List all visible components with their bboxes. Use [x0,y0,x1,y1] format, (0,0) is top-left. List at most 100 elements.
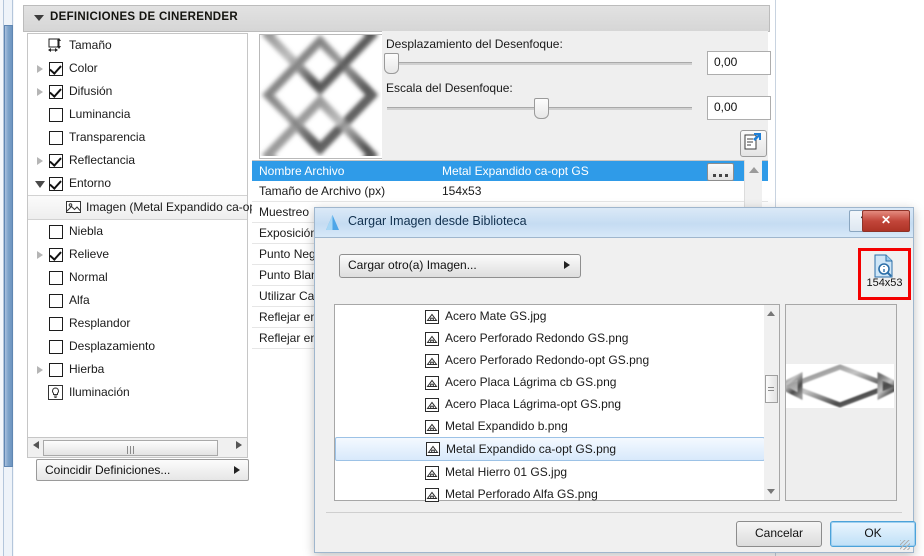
checkbox-unchecked-icon[interactable] [49,225,63,239]
tree-item-niebla[interactable]: Niebla [28,220,247,243]
tree-item-label: Color [69,61,98,75]
file-list-scroll-thumb[interactable] [765,375,778,403]
file-list-item[interactable]: Acero Perforado Redondo-opt GS.png [335,349,765,371]
file-list-item[interactable]: Metal Expandido ca-opt GS.png [335,437,765,461]
tree-item-color[interactable]: Color [28,57,247,80]
file-name-label: Metal Expandido b.png [445,419,568,433]
tree-hscrollbar[interactable] [27,437,248,458]
file-list-item[interactable]: Acero Placa Lágrima-opt GS.png [335,393,765,415]
scroll-left-icon[interactable] [33,441,39,449]
close-button[interactable]: ✕ [862,210,910,232]
file-name-label: Acero Perforado Redondo-opt GS.png [445,353,650,367]
property-row[interactable]: Tamaño de Archivo (px) 154x53 [252,181,768,202]
tree-item-imagen-metal-expandido-ca-op[interactable]: Imagen (Metal Expandido ca-op [28,195,256,220]
tree-item-label: Normal [69,270,108,284]
caret-down-icon[interactable] [34,15,44,21]
tree-item-luminancia[interactable]: Luminancia [28,103,247,126]
image-file-icon [425,353,439,368]
dialog-image-preview-strip [786,364,894,408]
left-scrollbar-thumb[interactable] [4,25,13,467]
property-key: Nombre Archivo [259,164,345,178]
checkbox-unchecked-icon[interactable] [49,294,63,308]
blur-scale-slider-knob[interactable] [534,98,549,119]
dialog-divider [326,512,902,513]
tree-hscroll-thumb[interactable] [43,440,218,456]
tree-item-iluminaci-n[interactable]: Iluminación [28,381,247,404]
image-size-badge[interactable]: 154x53 [858,248,911,300]
image-file-icon [425,375,439,390]
cancel-button[interactable]: Cancelar [736,521,822,547]
checkbox-checked-icon[interactable] [49,177,63,191]
checkbox-checked-icon[interactable] [49,62,63,76]
file-list-item[interactable]: Metal Hierro 01 GS.jpg [335,461,765,483]
tree-item-normal[interactable]: Normal [28,266,247,289]
checkbox-unchecked-icon[interactable] [49,108,63,122]
file-list-item[interactable]: Acero Mate GS.jpg [335,305,765,327]
file-list-item[interactable]: Acero Perforado Redondo GS.png [335,327,765,349]
match-definitions-button[interactable]: Coincidir Definiciones... [36,459,249,481]
texture-preview-image [260,0,381,216]
file-list-item[interactable]: Metal Perforado Alfa GS.png [335,483,765,505]
tree-item-label: Reflectancia [69,153,136,167]
tree-item-label: Tamaño [69,38,112,52]
tree-item-entorno[interactable]: Entorno [28,172,247,195]
checkbox-unchecked-icon[interactable] [49,340,63,354]
grip-icon [768,387,774,392]
image-file-icon [425,487,439,502]
tree-item-difusi-n[interactable]: Difusión [28,80,247,103]
checkbox-unchecked-icon[interactable] [49,363,63,377]
file-list-item[interactable]: Metal Expandido b.png [335,415,765,437]
load-other-image-button[interactable]: Cargar otro(a) Imagen... [339,254,581,278]
file-list-item[interactable]: Acero Placa Lágrima cb GS.png [335,371,765,393]
scroll-down-icon[interactable] [767,489,775,494]
blur-offset-value-field[interactable]: 0,00 [707,51,771,75]
page-title: DEFINICIONES DE CINERENDER [50,11,238,23]
panel-header[interactable]: DEFINICIONES DE CINERENDER [23,5,770,32]
scroll-right-icon[interactable] [236,441,242,449]
checkbox-unchecked-icon[interactable] [49,317,63,331]
checkbox-unchecked-icon[interactable] [49,131,63,145]
scroll-up-icon[interactable] [749,167,759,173]
tree-item-alfa[interactable]: Alfa [28,289,247,312]
browse-button[interactable] [707,163,734,181]
chevron-right-icon[interactable] [37,65,43,73]
chevron-right-icon [234,466,240,474]
tree-item-label: Relieve [69,247,110,261]
file-name-label: Acero Placa Lágrima cb GS.png [445,375,617,389]
tree-item-label: Desplazamiento [69,339,156,353]
tree-item-tama-o[interactable]: Tamaño [28,34,247,57]
tree-item-transparencia[interactable]: Transparencia [28,126,247,149]
tree-item-reflectancia[interactable]: Reflectancia [28,149,247,172]
blur-offset-slider-knob[interactable] [384,53,399,74]
resize-grip-icon[interactable] [900,540,910,550]
blur-scale-value-field[interactable]: 0,00 [707,96,771,120]
scroll-up-icon[interactable] [767,311,775,316]
chevron-right-icon[interactable] [37,157,43,165]
property-row[interactable]: Nombre Archivo Metal Expandido ca-opt GS [252,161,768,181]
chevron-right-icon[interactable] [37,88,43,96]
channel-tree[interactable]: Tamaño Color Difusión Luminancia Transparenc… [27,33,256,438]
tree-item-resplandor[interactable]: Resplandor [28,312,247,335]
tree-item-hierba[interactable]: Hierba [28,358,247,381]
tree-item-relieve[interactable]: Relieve [28,243,247,266]
image-file-icon [425,465,439,480]
checkbox-checked-icon[interactable] [49,85,63,99]
tree-item-label: Imagen (Metal Expandido ca-op [86,200,257,214]
texture-preview[interactable] [259,0,384,216]
chevron-down-icon[interactable] [35,181,45,188]
dialog-titlebar[interactable]: Cargar Imagen desde Biblioteca ? ✕ [315,208,913,238]
left-scrollbar[interactable] [0,0,14,556]
checkbox-checked-icon[interactable] [49,248,63,262]
match-definitions-label: Coincidir Definiciones... [45,463,171,477]
tree-item-label: Difusión [69,84,113,98]
image-file-list[interactable]: Acero Mate GS.jpg Acero Perforado Redondo… [334,304,766,502]
file-list-scrollbar[interactable] [764,304,780,501]
export-image-button[interactable] [740,130,767,157]
chevron-right-icon[interactable] [37,251,43,259]
cancel-label: Cancelar [754,526,804,540]
blur-offset-slider-track[interactable] [387,62,692,65]
checkbox-checked-icon[interactable] [49,154,63,168]
checkbox-unchecked-icon[interactable] [49,271,63,285]
tree-item-desplazamiento[interactable]: Desplazamiento [28,335,247,358]
chevron-right-icon[interactable] [37,366,43,374]
